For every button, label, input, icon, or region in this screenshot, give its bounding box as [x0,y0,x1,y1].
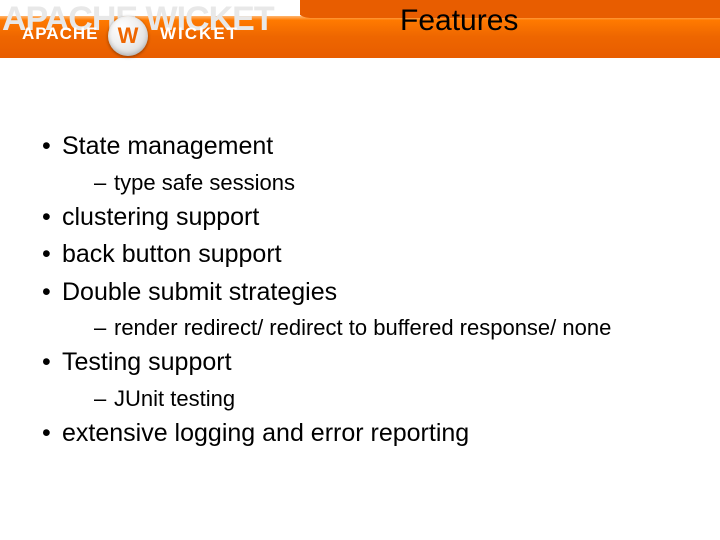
list-item: extensive logging and error reporting [36,415,684,453]
list-item-text: clustering support [62,203,259,231]
slide-content: State management type safe sessions clus… [0,72,720,452]
sub-list-item-text: JUnit testing [114,386,235,411]
sub-list-item: type safe sessions [92,166,684,199]
list-item-text: Testing support [62,348,232,376]
list-item: State management type safe sessions [36,128,684,199]
list-item: Double submit strategies render redirect… [36,274,684,345]
slide-header: APACHE WICKET APACHE W WICKET Features [0,0,720,72]
sub-list-item: JUnit testing [92,382,684,415]
bullet-list: State management type safe sessions clus… [36,128,684,452]
list-item: clustering support [36,199,684,237]
sub-bullet-list: JUnit testing [62,382,684,415]
brand-emblem-icon: W [108,16,148,56]
list-item-text: Double submit strategies [62,278,337,306]
brand-apache-text: APACHE [22,24,99,44]
sub-list-item-text: type safe sessions [114,170,295,195]
sub-bullet-list: type safe sessions [62,166,684,199]
slide-title: Features [400,4,518,38]
emblem-glyph: W [118,23,139,49]
sub-list-item-text: render redirect/ redirect to buffered re… [114,315,611,340]
list-item: back button support [36,236,684,274]
list-item-text: State management [62,132,273,160]
brand-wicket-text: WICKET [160,24,239,44]
list-item: Testing support JUnit testing [36,344,684,415]
list-item-text: back button support [62,240,282,268]
sub-bullet-list: render redirect/ redirect to buffered re… [62,311,684,344]
sub-list-item: render redirect/ redirect to buffered re… [92,311,684,344]
list-item-text: extensive logging and error reporting [62,419,469,447]
